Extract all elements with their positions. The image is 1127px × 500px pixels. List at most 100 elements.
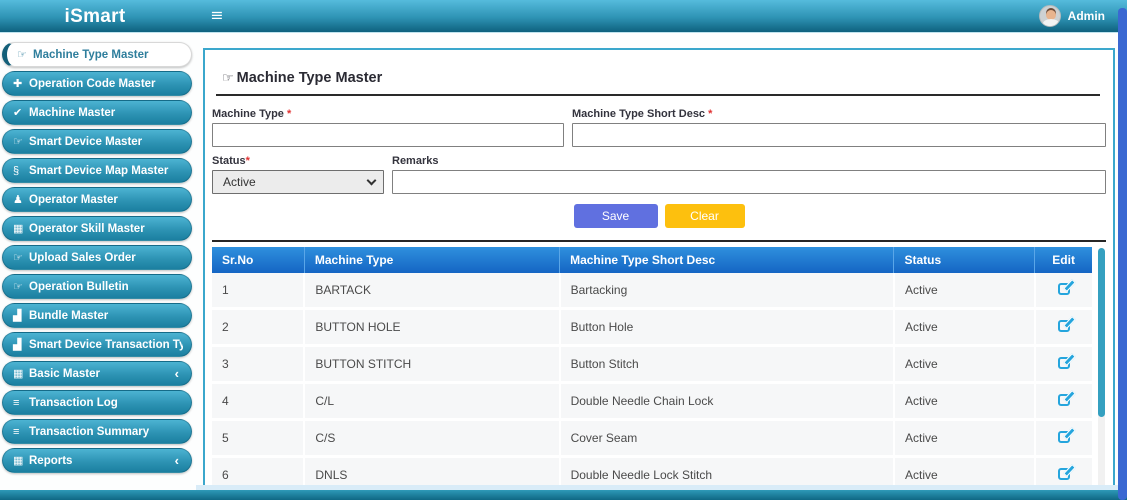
hand-pointer-icon: ☞ [13,251,29,264]
edit-cell [1035,273,1092,309]
table-row: 4C/LDouble Needle Chain LockActive [212,383,1092,420]
sidebar-item-transaction-summary[interactable]: ≡ Transaction Summary [2,419,192,444]
sidebar-item-basic-master[interactable]: ▦ Basic Master ‹ [2,361,192,386]
status-cell: Active [894,420,1035,457]
short-desc-cell: Double Needle Chain Lock [560,383,894,420]
hand-pointer-icon: ☞ [13,280,29,293]
sidebar-item-machine-master[interactable]: ✔ Machine Master [2,100,192,125]
hand-pointer-icon: ☞ [222,70,234,86]
edit-cell [1035,383,1092,420]
page-title: ☞ Machine Type Master [222,70,1100,86]
sidebar-nav: ☞ Machine Type Master ✚ Operation Code M… [2,42,192,477]
machine-type-label: Machine Type * [212,108,564,120]
table-scrollbar-track[interactable] [1098,248,1105,500]
grid-icon: ▦ [13,222,29,235]
machine-type-cell: BUTTON STITCH [304,346,559,383]
top-bar: iSmart ≡ Admin [0,0,1127,33]
avatar[interactable] [1039,5,1061,27]
short-desc-input[interactable] [572,123,1106,147]
status-cell: Active [894,383,1035,420]
sidebar-item-smart-device-map-master[interactable]: § Smart Device Map Master [2,158,192,183]
sidebar-item-smart-device-master[interactable]: ☞ Smart Device Master [2,129,192,154]
move-arrows-icon: ✚ [13,77,29,90]
short-desc-label: Machine Type Short Desc * [572,108,1106,120]
table-scrollbar-thumb[interactable] [1098,248,1105,417]
sidebar-item-machine-type-master[interactable]: ☞ Machine Type Master [2,42,192,67]
user-icon: ♟ [13,193,29,206]
table-row: 1BARTACKBartackingActive [212,273,1092,309]
check-icon: ✔ [13,106,29,119]
footer-bar [0,490,1127,500]
hamburger-menu-icon[interactable]: ≡ [211,4,223,28]
status-cell: Active [894,346,1035,383]
clear-button[interactable]: Clear [665,204,745,228]
list-icon: ≡ [13,426,29,438]
table-row: 5C/SCover SeamActive [212,420,1092,457]
short-desc-cell: Button Hole [560,309,894,346]
column-header-machine-type-short-desc: Machine Type Short Desc [560,247,894,273]
user-name: Admin [1068,9,1105,23]
sr-no-cell: 2 [212,309,304,346]
short-desc-cell: Button Stitch [560,346,894,383]
user-menu[interactable]: Admin [1039,5,1105,27]
hand-pointer-icon: ☞ [13,135,29,148]
edit-icon[interactable] [1058,320,1070,332]
status-cell: Active [894,309,1035,346]
status-label: Status* [212,155,384,167]
chevron-left-icon: ‹ [175,366,183,381]
machine-type-table: Sr.NoMachine TypeMachine Type Short Desc… [212,240,1106,500]
title-divider [216,94,1100,96]
column-header-edit: Edit [1035,247,1092,273]
table-row: 2BUTTON HOLEButton HoleActive [212,309,1092,346]
remarks-input[interactable] [392,170,1106,194]
sr-no-cell: 3 [212,346,304,383]
status-cell: Active [894,273,1035,309]
sidebar-item-transaction-log[interactable]: ≡ Transaction Log [2,390,192,415]
machine-type-cell: BARTACK [304,273,559,309]
bar-chart-icon: ▟ [13,309,29,322]
main-panel: ☞ Machine Type Master Machine Type * Mac… [203,48,1115,487]
column-header-sr-no: Sr.No [212,247,304,273]
edit-cell [1035,346,1092,383]
column-header-machine-type: Machine Type [304,247,559,273]
sr-no-cell: 4 [212,383,304,420]
chevron-left-icon: ‹ [175,453,183,468]
sidebar-item-operation-bulletin[interactable]: ☞ Operation Bulletin [2,274,192,299]
hand-pointer-icon: ☞ [17,48,33,61]
page-scrollbar[interactable] [1118,8,1127,500]
edit-icon[interactable] [1058,394,1070,406]
sidebar-item-operation-code-master[interactable]: ✚ Operation Code Master [2,71,192,96]
sidebar-item-reports[interactable]: ▦ Reports ‹ [2,448,192,473]
sidebar-item-operator-skill-master[interactable]: ▦ Operator Skill Master [2,216,192,241]
edit-icon[interactable] [1058,468,1070,480]
table-row: 3BUTTON STITCHButton StitchActive [212,346,1092,383]
list-icon: ≡ [13,397,29,409]
column-header-status: Status [894,247,1035,273]
link-icon: § [13,165,29,177]
edit-cell [1035,420,1092,457]
sidebar-item-upload-sales-order[interactable]: ☞ Upload Sales Order [2,245,192,270]
short-desc-cell: Cover Seam [560,420,894,457]
sr-no-cell: 1 [212,273,304,309]
machine-type-cell: BUTTON HOLE [304,309,559,346]
machine-type-cell: C/S [304,420,559,457]
edit-icon[interactable] [1058,283,1070,295]
grid-icon: ▦ [13,367,29,380]
status-select[interactable]: Active [212,170,384,194]
edit-icon[interactable] [1058,357,1070,369]
sidebar-item-operator-master[interactable]: ♟ Operator Master [2,187,192,212]
machine-type-input[interactable] [212,123,564,147]
save-button[interactable]: Save [574,204,658,228]
short-desc-cell: Bartacking [560,273,894,309]
grid-icon: ▦ [13,454,29,467]
sidebar-item-smart-device-transaction-type[interactable]: ▟ Smart Device Transaction Type [2,332,192,357]
edit-cell [1035,309,1092,346]
app-logo: iSmart [0,0,190,33]
sr-no-cell: 5 [212,420,304,457]
sidebar-item-bundle-master[interactable]: ▟ Bundle Master [2,303,192,328]
remarks-label: Remarks [392,155,1106,167]
edit-icon[interactable] [1058,431,1070,443]
machine-type-cell: C/L [304,383,559,420]
table-header-row: Sr.NoMachine TypeMachine Type Short Desc… [212,247,1092,273]
bar-chart-icon: ▟ [13,338,29,351]
